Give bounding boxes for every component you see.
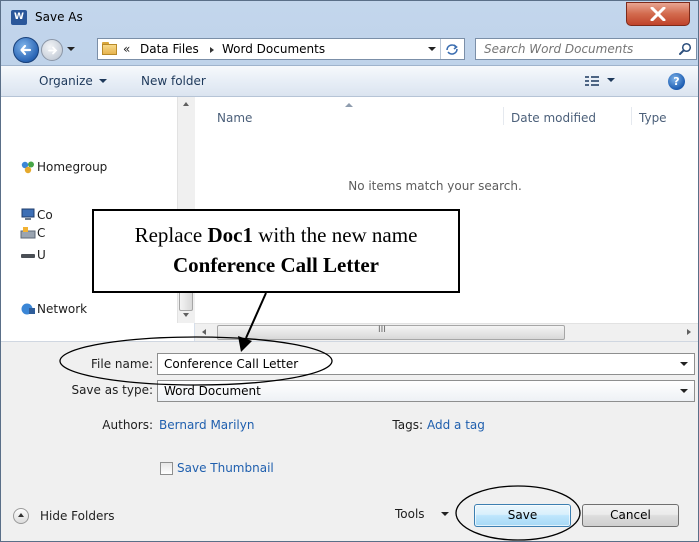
address-dropdown-icon[interactable] — [428, 47, 436, 51]
empty-message: No items match your search. — [348, 179, 522, 193]
file-name-input[interactable] — [158, 354, 670, 374]
save-as-type-dropdown-icon — [680, 389, 688, 393]
save-thumbnail-checkbox[interactable] — [160, 462, 173, 475]
organize-dropdown-icon — [98, 79, 107, 83]
nav-item-usb[interactable]: U — [37, 248, 46, 262]
address-row: « Data Files Word Documents — [1, 33, 698, 65]
save-as-type-select[interactable]: Word Document — [157, 380, 695, 402]
search-input[interactable] — [476, 39, 682, 59]
refresh-button[interactable] — [440, 39, 465, 59]
instruction-callout: Replace Doc1 with the new name Conferenc… — [92, 209, 460, 293]
help-button[interactable]: ? — [668, 73, 685, 90]
window-title: Save As — [35, 10, 83, 24]
callout-text-pre: Replace — [134, 223, 208, 247]
callout-text-mid: with the new name — [252, 223, 418, 247]
hide-folders-label: Hide Folders — [40, 509, 115, 523]
breadcrumb-word-documents[interactable]: Word Documents — [222, 42, 325, 56]
hscroll-grip: III — [378, 325, 386, 335]
word-app-icon: W — [11, 10, 27, 25]
organize-label: Organize — [39, 74, 93, 88]
sort-ascending-icon — [345, 103, 353, 107]
nav-item-computer[interactable]: Co — [37, 208, 53, 222]
collapse-up-icon — [13, 508, 29, 524]
save-form: File name: Save as type: Word Document A… — [1, 341, 698, 541]
drive-c-icon — [20, 227, 36, 239]
forward-arrow-icon — [48, 46, 58, 55]
breadcrumb-separator-icon[interactable] — [210, 47, 214, 53]
hscroll-thumb[interactable]: III — [217, 325, 565, 340]
computer-icon — [21, 208, 35, 220]
network-icon — [21, 303, 35, 315]
back-button[interactable] — [13, 37, 39, 63]
forward-button[interactable] — [41, 39, 63, 61]
scroll-down-icon[interactable] — [183, 313, 189, 317]
file-name-field[interactable] — [157, 353, 695, 375]
tools-label: Tools — [395, 507, 425, 521]
cancel-button[interactable]: Cancel — [582, 504, 679, 527]
save-button[interactable]: Save — [474, 504, 571, 527]
back-arrow-icon — [20, 44, 32, 56]
file-name-dropdown-icon[interactable] — [680, 362, 688, 366]
authors-label: Authors: — [102, 418, 153, 432]
close-button[interactable] — [626, 2, 690, 26]
nav-item-drive-c[interactable]: C — [37, 226, 45, 240]
save-as-type-value: Word Document — [164, 384, 261, 398]
close-icon — [650, 7, 666, 21]
nav-item-network[interactable]: Network — [37, 302, 87, 316]
views-dropdown-icon — [607, 78, 615, 82]
change-view-button[interactable] — [585, 74, 621, 90]
callout-old-name: Doc1 — [207, 223, 253, 247]
tags-label: Tags: — [392, 418, 423, 432]
scroll-left-icon[interactable] — [202, 329, 206, 335]
column-header-type[interactable]: Type — [639, 111, 667, 125]
breadcrumb-overflow[interactable]: « — [123, 42, 130, 56]
column-header-name[interactable]: Name — [217, 111, 252, 125]
refresh-icon — [446, 44, 458, 55]
command-bar: Organize New folder ? — [1, 65, 698, 97]
organize-menu[interactable]: Organize — [39, 74, 107, 88]
search-box[interactable] — [475, 38, 697, 60]
new-folder-button[interactable]: New folder — [141, 74, 206, 88]
tools-dropdown-icon — [440, 512, 449, 516]
breadcrumb-data-files[interactable]: Data Files — [140, 42, 199, 56]
column-divider[interactable] — [503, 107, 504, 125]
homegroup-icon — [21, 161, 34, 174]
save-thumbnail-label[interactable]: Save Thumbnail — [177, 461, 274, 475]
nav-item-homegroup[interactable]: Homegroup — [37, 160, 107, 174]
column-header-date-modified[interactable]: Date modified — [511, 111, 596, 125]
authors-value[interactable]: Bernard Marilyn — [159, 418, 254, 432]
file-name-label: File name: — [91, 357, 153, 371]
search-icon — [679, 42, 692, 55]
callout-new-name: Conference Call Letter — [172, 253, 380, 277]
column-divider[interactable] — [631, 107, 632, 125]
scroll-right-icon[interactable] — [687, 329, 691, 335]
address-bar[interactable]: « Data Files Word Documents — [97, 38, 465, 60]
recent-pages-dropdown-icon[interactable] — [67, 47, 75, 51]
views-icon — [585, 76, 599, 87]
tags-value[interactable]: Add a tag — [427, 418, 485, 432]
title-bar: W Save As — [1, 1, 698, 33]
folder-icon — [102, 42, 117, 55]
file-list-hscrollbar[interactable]: III — [195, 323, 698, 342]
tools-menu[interactable]: Tools — [395, 507, 449, 527]
scroll-up-icon[interactable] — [183, 102, 189, 106]
usb-drive-icon — [21, 254, 35, 258]
save-as-type-label: Save as type: — [71, 383, 153, 397]
